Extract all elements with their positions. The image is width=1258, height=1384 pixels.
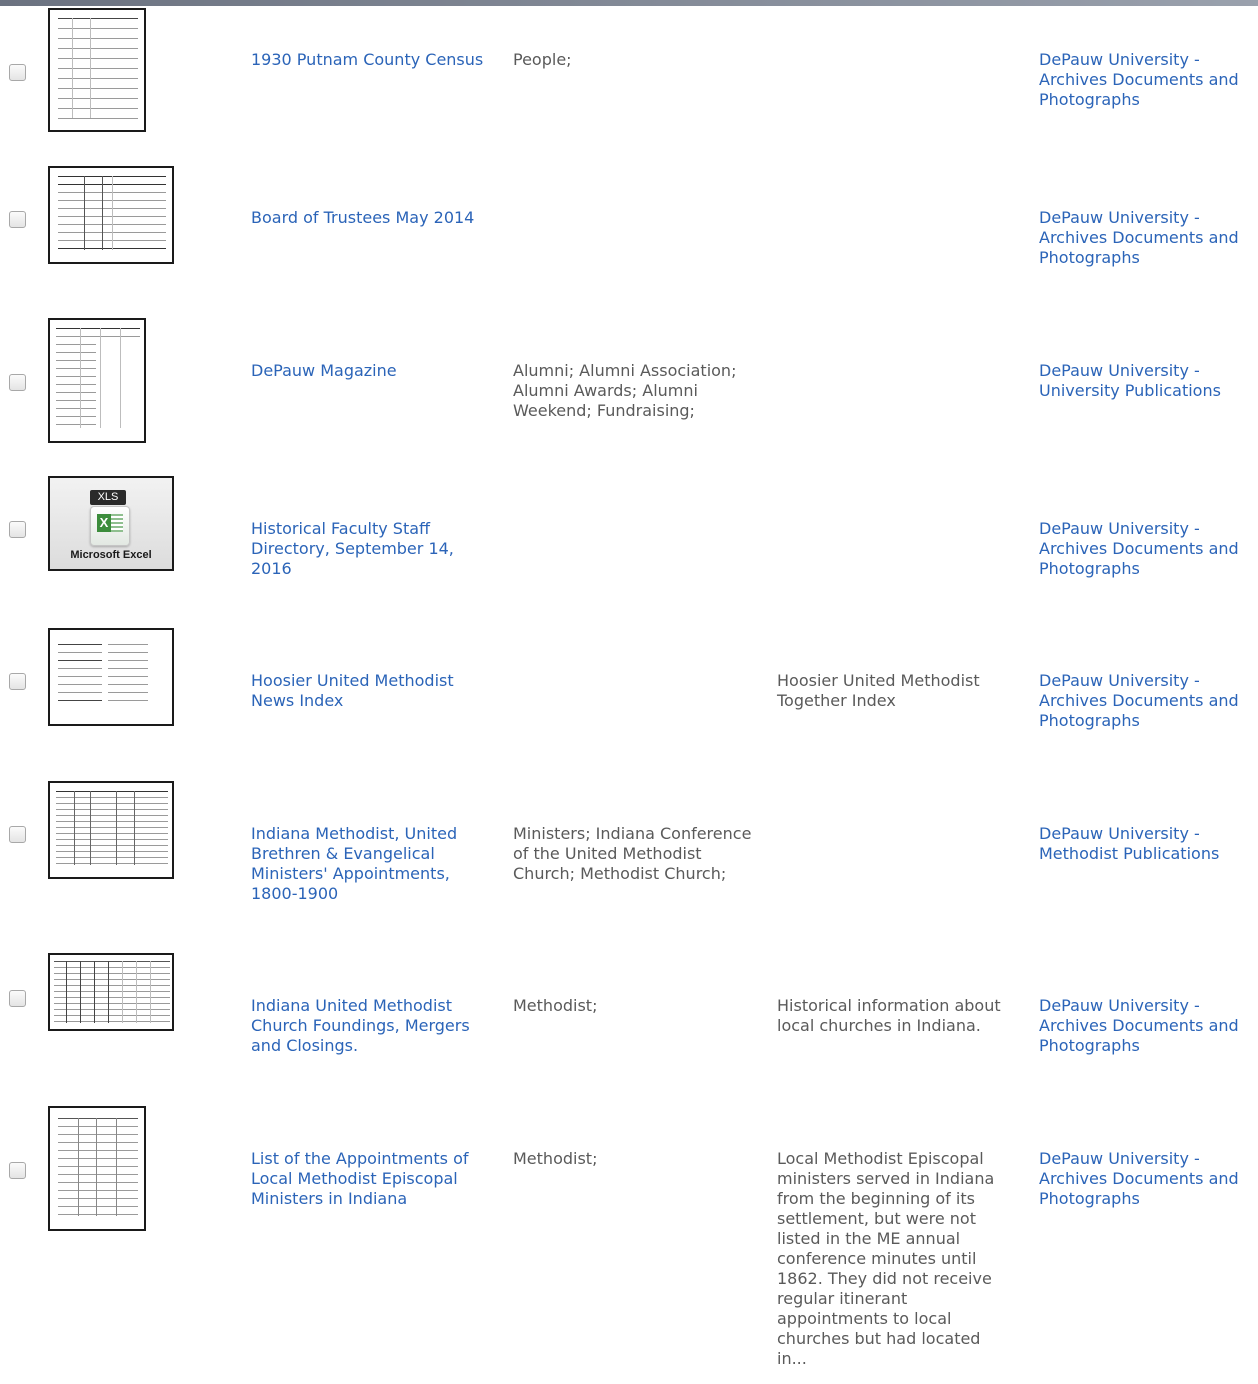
subject-cell: Alumni; Alumni Association; Alumni Award… (513, 361, 748, 421)
spreadsheet-thumbnail-icon[interactable] (48, 781, 174, 879)
xls-badge: XLS (90, 490, 126, 505)
result-title-link[interactable]: 1930 Putnam County Census (251, 50, 491, 70)
title-cell: Hoosier United Methodist News Index (251, 671, 479, 711)
subject-cell: Ministers; Indiana Conference of the Uni… (513, 824, 753, 884)
collection-link[interactable]: DePauw University - Methodist Publicatio… (1039, 824, 1258, 864)
document-thumbnail-icon[interactable] (48, 628, 174, 726)
description-cell: Local Methodist Episcopal ministers serv… (777, 1149, 1005, 1369)
title-cell: Indiana United Methodist Church Founding… (251, 996, 479, 1056)
result-title-link[interactable]: Indiana United Methodist Church Founding… (251, 996, 479, 1056)
document-thumbnail-icon[interactable] (48, 1106, 146, 1231)
result-title-link[interactable]: List of the Appointments of Local Method… (251, 1149, 479, 1209)
title-cell: 1930 Putnam County Census (251, 50, 491, 70)
description-cell: Hoosier United Methodist Together Index (777, 671, 1002, 711)
result-subjects: Alumni; Alumni Association; Alumni Award… (513, 361, 737, 420)
subject-cell: Methodist; (513, 996, 763, 1016)
document-thumbnail-icon[interactable] (48, 166, 174, 264)
result-title-link[interactable]: Historical Faculty Staff Directory, Sept… (251, 519, 479, 579)
collection-cell: DePauw University - Methodist Publicatio… (1039, 824, 1258, 864)
document-thumbnail-icon[interactable] (48, 318, 146, 443)
select-checkbox[interactable] (9, 673, 26, 690)
select-checkbox[interactable] (9, 521, 26, 538)
result-subjects: Methodist; (513, 996, 598, 1015)
select-checkbox[interactable] (9, 211, 26, 228)
subject-cell: Methodist; (513, 1149, 763, 1169)
select-checkbox[interactable] (9, 826, 26, 843)
collection-link[interactable]: DePauw University - Archives Documents a… (1039, 208, 1258, 268)
spreadsheet-thumbnail-icon[interactable] (48, 953, 174, 1031)
select-checkbox[interactable] (9, 1162, 26, 1179)
title-cell: List of the Appointments of Local Method… (251, 1149, 479, 1209)
result-title-link[interactable]: Board of Trustees May 2014 (251, 208, 491, 228)
result-description: Historical information about local churc… (777, 996, 1001, 1035)
collection-link[interactable]: DePauw University - Archives Documents a… (1039, 996, 1258, 1056)
title-cell: Indiana Methodist, United Brethren & Eva… (251, 824, 479, 904)
select-checkbox[interactable] (9, 64, 26, 81)
file-type-label: Microsoft Excel (70, 549, 152, 561)
title-cell: Board of Trustees May 2014 (251, 208, 491, 228)
top-border-bar (0, 0, 1258, 6)
select-checkbox[interactable] (9, 990, 26, 1007)
result-description: Local Methodist Episcopal ministers serv… (777, 1149, 995, 1368)
collection-link[interactable]: DePauw University - Archives Documents a… (1039, 671, 1258, 731)
select-checkbox[interactable] (9, 374, 26, 391)
collection-cell: DePauw University - Archives Documents a… (1039, 208, 1258, 268)
result-subjects: Ministers; Indiana Conference of the Uni… (513, 824, 752, 883)
subject-cell: People; (513, 50, 763, 70)
result-title-link[interactable]: Hoosier United Methodist News Index (251, 671, 479, 711)
collection-link[interactable]: DePauw University - University Publicati… (1039, 361, 1258, 401)
result-title-link[interactable]: Indiana Methodist, United Brethren & Eva… (251, 824, 479, 904)
collection-cell: DePauw University - University Publicati… (1039, 361, 1258, 401)
result-subjects: Methodist; (513, 1149, 598, 1168)
collection-link[interactable]: DePauw University - Archives Documents a… (1039, 1149, 1258, 1209)
collection-link[interactable]: DePauw University - Archives Documents a… (1039, 50, 1258, 110)
result-description: Hoosier United Methodist Together Index (777, 671, 980, 710)
description-cell: Historical information about local churc… (777, 996, 1002, 1036)
excel-file-icon[interactable]: XLS X Microsoft Excel (48, 476, 174, 571)
collection-cell: DePauw University - Archives Documents a… (1039, 519, 1258, 579)
collection-cell: DePauw University - Archives Documents a… (1039, 996, 1258, 1056)
collection-cell: DePauw University - Archives Documents a… (1039, 671, 1258, 731)
excel-logo-icon: X (90, 506, 130, 546)
document-thumbnail-icon[interactable] (48, 8, 146, 132)
result-title-link[interactable]: DePauw Magazine (251, 361, 491, 381)
title-cell: Historical Faculty Staff Directory, Sept… (251, 519, 479, 579)
collection-link[interactable]: DePauw University - Archives Documents a… (1039, 519, 1258, 579)
title-cell: DePauw Magazine (251, 361, 491, 381)
collection-cell: DePauw University - Archives Documents a… (1039, 50, 1258, 110)
collection-cell: DePauw University - Archives Documents a… (1039, 1149, 1258, 1209)
result-subjects: People; (513, 50, 572, 69)
